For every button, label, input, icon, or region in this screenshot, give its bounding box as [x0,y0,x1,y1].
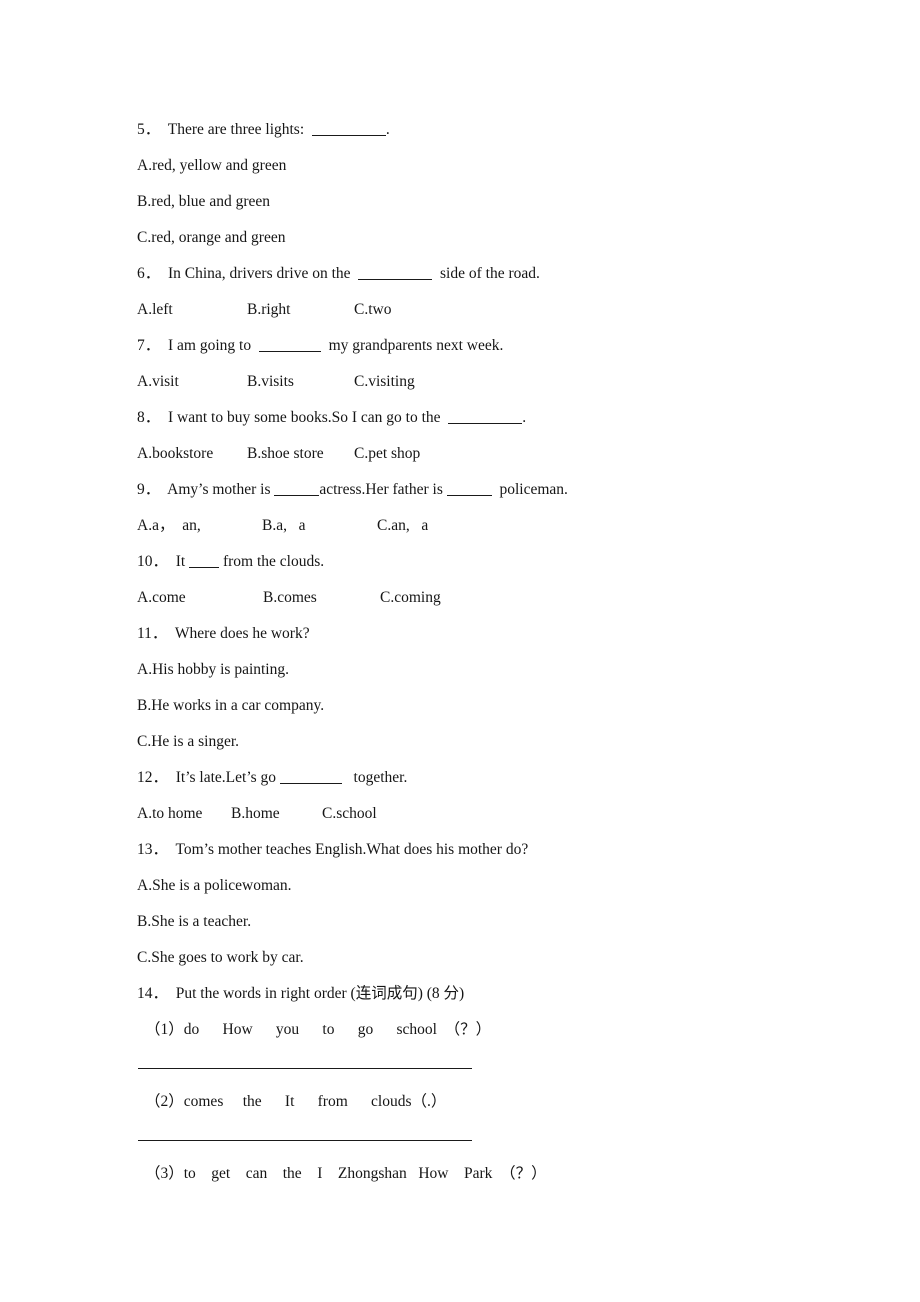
question-8-stem-tail: . [522,409,527,426]
question-8-stem: 8． I want to buy some books.So I can go … [137,400,837,436]
question-14-subitem-3: （3）to get can the I Zhongshan How Park （… [145,1165,547,1182]
question-14-stem: 14． Put the words in right order (连词成句) … [137,985,465,1002]
question-13-option-c[interactable]: C.She goes to work by car. [137,940,837,976]
option-label: A.red, yellow and green [137,157,287,174]
question-5-blank[interactable] [311,124,386,136]
question-9-options: A.a， an, B.a, a C.an, a [137,508,837,544]
question-9-option-a[interactable]: A.a， an, [137,508,262,544]
question-13-option-a[interactable]: A.She is a policewoman. [137,868,837,904]
question-11-option-a[interactable]: A.His hobby is painting. [137,652,837,688]
question-12-option-c[interactable]: C.school [322,796,377,832]
question-5-option-b[interactable]: B.red, blue and green [137,184,837,220]
question-12-stem-tail: together. [341,769,408,786]
question-12-stem: 12． It’s late.Let’s go together. [137,760,837,796]
question-9-stem: 9． Amy’s mother is actress.Her father is… [137,472,837,508]
question-11-option-c[interactable]: C.He is a singer. [137,724,837,760]
question-5-option-a[interactable]: A.red, yellow and green [137,148,837,184]
question-11-stem: 11． Where does he work? [137,625,310,642]
question-6-blank[interactable] [358,268,433,280]
question-14-answer-line-2[interactable] [137,1120,837,1156]
question-7-stem: 7． I am going to my grandparents next we… [137,328,837,364]
question-12-options: A.to home B.home C.school [137,796,837,832]
question-7-option-c[interactable]: C.visiting [354,364,415,400]
question-9-option-c[interactable]: C.an, a [377,508,428,544]
question-7-option-b[interactable]: B.visits [247,364,354,400]
question-9-blank-1[interactable] [274,484,320,496]
question-8-blank[interactable] [448,412,523,424]
question-5-stem-text: 5． There are three lights: [137,121,312,138]
answer-rule [138,1068,472,1069]
question-14-subitem-2: （2）comes the It from clouds（.） [145,1093,447,1110]
question-6-stem-text: 6． In China, drivers drive on the [137,265,359,282]
question-8-stem-text: 8． I want to buy some books.So I can go … [137,409,449,426]
answer-rule [138,1140,472,1141]
question-10-option-b[interactable]: B.comes [263,580,380,616]
question-13-stem: 13． Tom’s mother teaches English.What do… [137,841,529,858]
question-7-stem-tail: my grandparents next week. [320,337,504,354]
question-10-options: A.come B.comes C.coming [137,580,837,616]
question-5-stem-tail: . [385,121,390,138]
question-14-subitem-1: （1）do How you to go school （？） [145,1021,492,1038]
question-12-option-a[interactable]: A.to home [137,796,231,832]
question-13-option-b[interactable]: B.She is a teacher. [137,904,837,940]
question-10-option-a[interactable]: A.come [137,580,263,616]
question-10-stem-tail: from the clouds. [219,553,325,570]
question-8-option-c[interactable]: C.pet shop [354,436,420,472]
question-5-stem: 5． There are three lights: . [137,112,837,148]
question-list: 5． There are three lights: . A.red, yell… [137,112,837,1192]
question-10-option-c[interactable]: C.coming [380,580,441,616]
question-8-option-b[interactable]: B.shoe store [247,436,354,472]
question-6-option-a[interactable]: A.left [137,292,247,328]
option-label: C.red, orange and green [137,229,286,246]
question-6-stem: 6． In China, drivers drive on the side o… [137,256,837,292]
question-11-option-b[interactable]: B.He works in a car company. [137,688,837,724]
question-9-stem-mid: actress.Her father is [319,481,447,498]
question-6-option-c[interactable]: C.two [354,292,391,328]
question-7-stem-text: 7． I am going to [137,337,259,354]
worksheet-page: 5． There are three lights: . A.red, yell… [0,0,920,1302]
question-6-stem-tail: side of the road. [432,265,540,282]
question-8-options: A.bookstore B.shoe store C.pet shop [137,436,837,472]
question-7-options: A.visit B.visits C.visiting [137,364,837,400]
question-10-blank[interactable] [189,556,220,568]
question-12-stem-text: 12． It’s late.Let’s go [137,769,280,786]
question-6-options: A.left B.right C.two [137,292,837,328]
question-12-blank[interactable] [279,772,342,784]
question-6-option-b[interactable]: B.right [247,292,354,328]
question-9-stem-text: 9． Amy’s mother is [137,481,275,498]
option-label: B.red, blue and green [137,193,270,210]
question-10-stem-text: 10． It [137,553,190,570]
question-7-option-a[interactable]: A.visit [137,364,247,400]
question-5-option-c[interactable]: C.red, orange and green [137,220,837,256]
question-9-option-b[interactable]: B.a, a [262,508,377,544]
question-10-stem: 10． It from the clouds. [137,544,837,580]
question-9-stem-tail: policeman. [491,481,568,498]
question-9-blank-2[interactable] [446,484,492,496]
question-8-option-a[interactable]: A.bookstore [137,436,247,472]
question-12-option-b[interactable]: B.home [231,796,322,832]
question-14-answer-line-1[interactable] [137,1048,837,1084]
question-7-blank[interactable] [258,340,321,352]
